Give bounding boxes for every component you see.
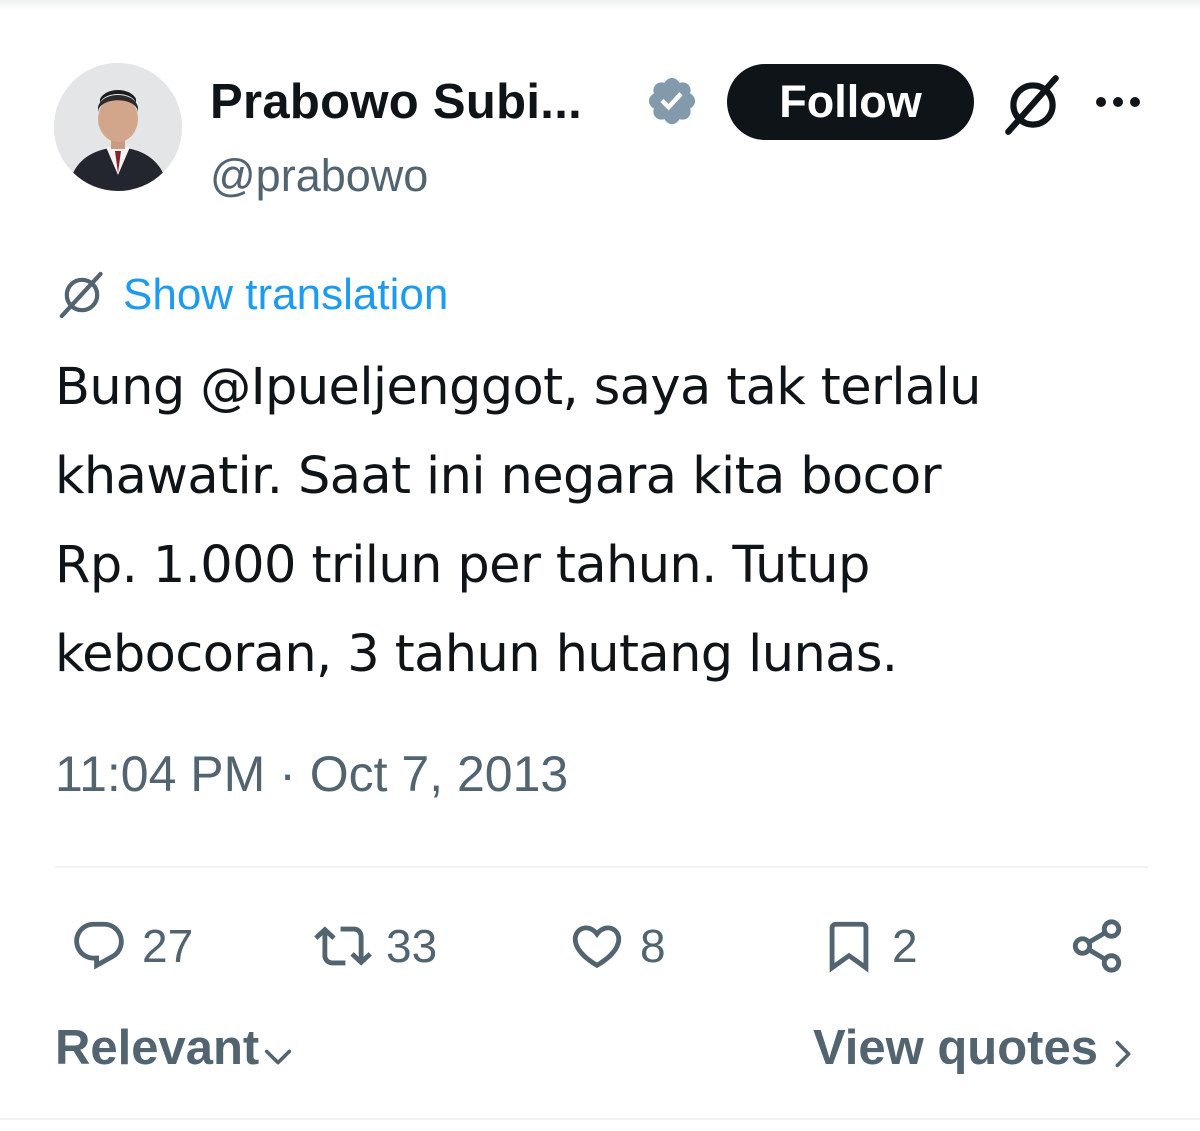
author-handle[interactable]: @prabowo <box>210 150 428 202</box>
avatar[interactable] <box>54 63 182 191</box>
grok-icon[interactable] <box>1000 72 1066 138</box>
bookmark-icon <box>829 921 869 973</box>
chevron-right-icon <box>1115 1040 1131 1068</box>
heart-icon <box>572 925 622 969</box>
tweet-timestamp[interactable]: 11:04 PM · Oct 7, 2013 <box>55 745 568 803</box>
reply-button[interactable]: 27 <box>70 912 193 980</box>
reply-count: 27 <box>142 920 194 972</box>
share-icon <box>1072 919 1122 973</box>
bottom-divider <box>0 1118 1200 1120</box>
tweet-text: Bung @Ipueljenggot, saya tak terlalu kha… <box>55 358 981 684</box>
author-display-name[interactable]: Prabowo Subi... <box>210 74 582 130</box>
sort-label: Relevant <box>55 1021 260 1075</box>
top-edge <box>0 0 1200 10</box>
avatar-image <box>54 63 182 191</box>
repost-button[interactable]: 33 <box>314 912 437 980</box>
view-quotes-link[interactable]: View quotes <box>813 1020 1140 1076</box>
like-count: 8 <box>640 920 666 972</box>
divider <box>55 866 1148 868</box>
bookmark-button[interactable]: 2 <box>820 912 918 980</box>
show-translation-label: Show translation <box>123 270 449 319</box>
sort-replies-dropdown[interactable]: Relevant <box>55 1020 295 1076</box>
share-button[interactable] <box>1068 912 1126 980</box>
repost-icon <box>314 926 372 966</box>
grok-icon <box>59 271 103 319</box>
chevron-down-icon <box>265 1049 292 1065</box>
verified-badge-icon[interactable] <box>645 74 699 128</box>
more-icon[interactable] <box>1092 84 1144 120</box>
follow-button[interactable]: Follow <box>727 64 974 140</box>
bookmark-count: 2 <box>892 920 918 972</box>
repost-count: 33 <box>386 920 438 972</box>
view-quotes-label: View quotes <box>812 1021 1098 1075</box>
reply-icon <box>74 921 124 970</box>
like-button[interactable]: 8 <box>568 912 666 980</box>
show-translation-link[interactable]: Show translation <box>55 268 448 322</box>
